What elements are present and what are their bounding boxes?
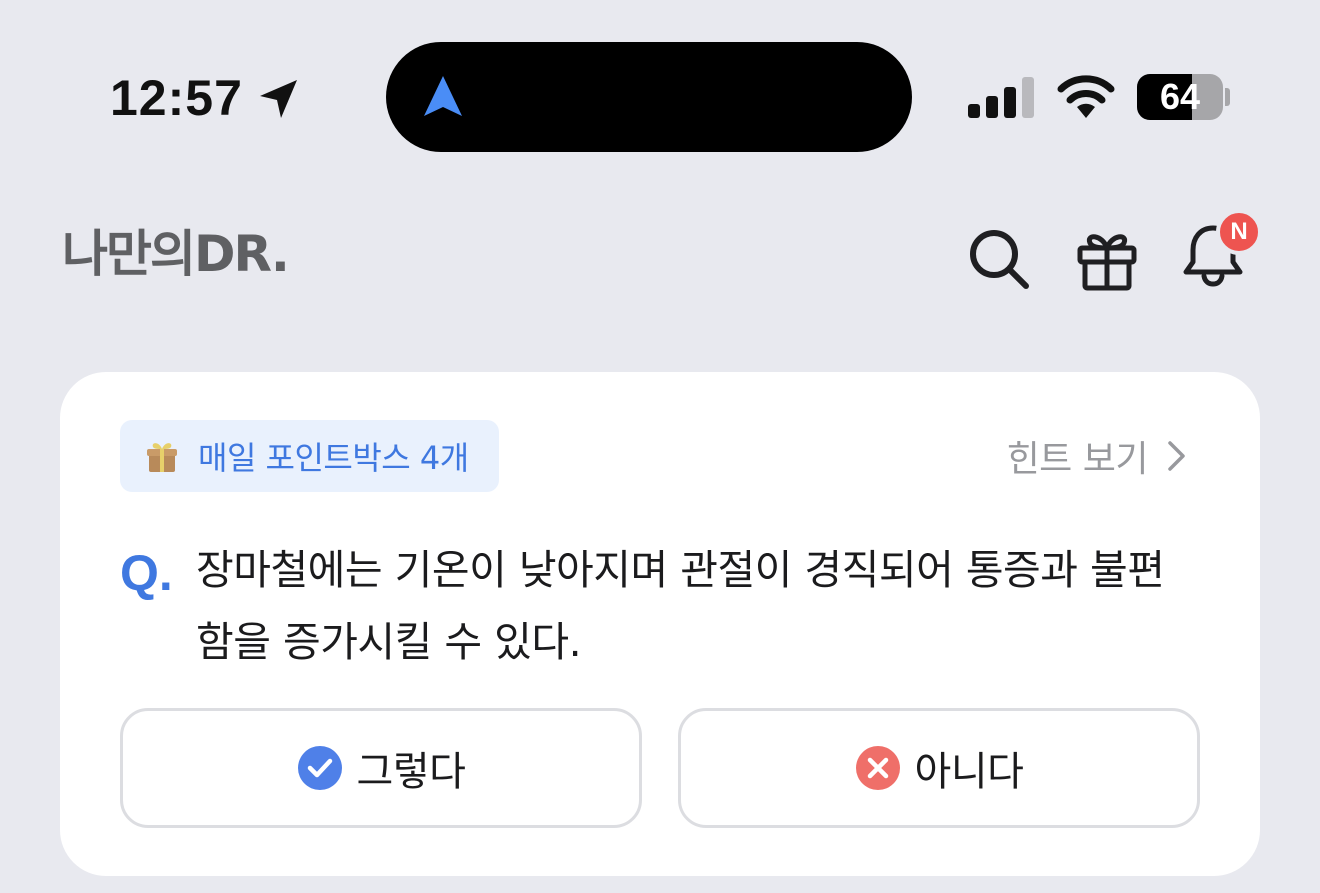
question-text: 장마철에는 기온이 낮아지며 관절이 경직되어 통증과 불편함을 증가시킬 수 …	[196, 546, 1165, 666]
battery-percent: 64	[1159, 76, 1201, 117]
question-mark-label: Q.	[120, 545, 173, 601]
answer-false-button[interactable]: 아니다	[678, 708, 1200, 828]
wifi-icon	[1057, 75, 1115, 118]
notification-badge: N	[1216, 209, 1262, 255]
answer-false-label: 아니다	[914, 749, 1024, 795]
points-label: 매일 포인트박스 4개	[198, 439, 469, 477]
dynamic-island	[386, 42, 912, 152]
status-time: 12:57	[110, 70, 243, 126]
show-hint-link[interactable]: 힌트 보기	[1007, 432, 1188, 480]
battery-indicator: 64	[1137, 74, 1223, 120]
answer-true-label: 그렇다	[356, 749, 466, 795]
x-circle-icon	[855, 746, 900, 790]
chevron-right-icon	[1168, 441, 1185, 471]
hint-label: 힌트 보기	[1006, 439, 1149, 480]
search-icon[interactable]	[966, 226, 1032, 292]
battery-nub	[1225, 88, 1230, 106]
quiz-card: 매일 포인트박스 4개 힌트 보기 Q. 장마철에는 기온이 낮아지며 관절이 …	[60, 372, 1260, 876]
gift-icon[interactable]	[1074, 226, 1140, 292]
gift-box-icon	[147, 443, 177, 472]
app-screen: 12:57 64 나만의DR. N 매일 포인트박스 4개 힌트 보기 Q. 장…	[0, 0, 1320, 893]
daily-pointbox-chip[interactable]: 매일 포인트박스 4개	[120, 420, 499, 492]
answer-true-button[interactable]: 그렇다	[120, 708, 642, 828]
navigation-arrow-icon	[424, 76, 462, 116]
app-logo: 나만의DR.	[62, 225, 290, 283]
location-arrow-icon	[260, 80, 297, 118]
cellular-signal-icon	[968, 77, 1034, 118]
check-circle-icon	[297, 746, 342, 790]
